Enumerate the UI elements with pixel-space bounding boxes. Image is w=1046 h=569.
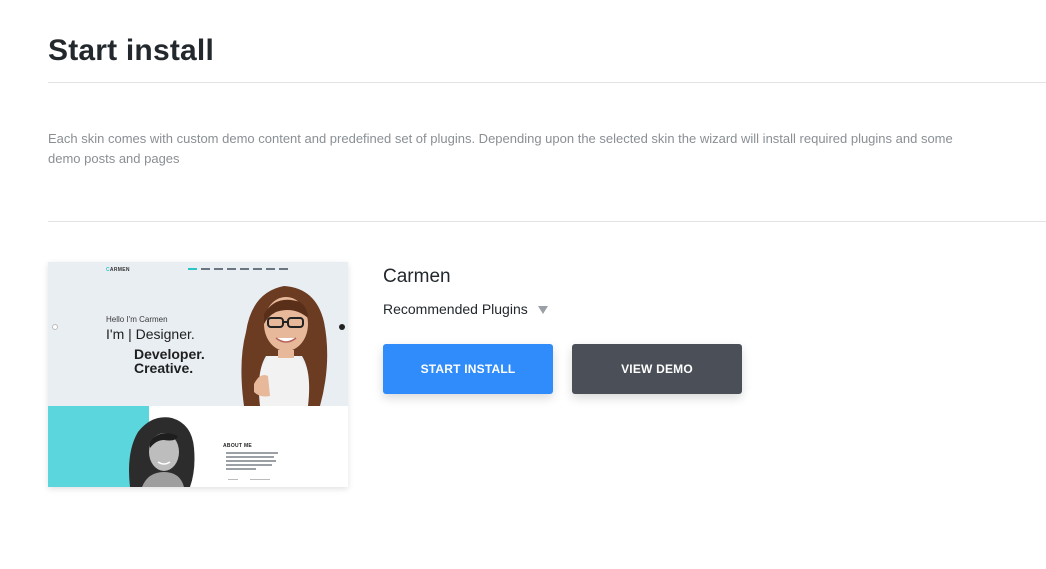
- recommended-plugins-label: Recommended Plugins: [383, 301, 528, 317]
- view-demo-button[interactable]: VIEW DEMO: [572, 344, 742, 394]
- preview-headline-3: Creative.: [134, 360, 194, 376]
- start-install-button[interactable]: START INSTALL: [383, 344, 553, 394]
- page-title: Start install: [48, 34, 214, 67]
- install-wizard-page: Start install Each skin comes with custo…: [0, 0, 1046, 569]
- skin-preview-image: CARMEN Hello I'm Carmen I'm | Designer. …: [48, 262, 348, 487]
- preview-portrait: [241, 286, 328, 406]
- preview-prev-icon: [52, 324, 58, 330]
- preview-logo: CARMEN: [106, 267, 130, 273]
- recommended-plugins-toggle[interactable]: Recommended Plugins: [383, 301, 548, 317]
- preview-about-footer: [228, 479, 270, 480]
- preview-headline-1: I'm | Designer.: [106, 326, 195, 342]
- preview-hello-text: Hello I'm Carmen: [106, 315, 168, 324]
- preview-about-text: [226, 452, 278, 472]
- caret-down-icon[interactable]: [537, 306, 548, 314]
- title-divider: [48, 82, 1046, 83]
- intro-description: Each skin comes with custom demo content…: [48, 131, 953, 166]
- preview-about-title: ABOUT ME: [223, 443, 253, 449]
- preview-nav: [188, 268, 288, 270]
- section-divider: [48, 221, 1046, 222]
- preview-about-photo: [129, 417, 195, 487]
- skin-name: Carmen: [383, 266, 451, 287]
